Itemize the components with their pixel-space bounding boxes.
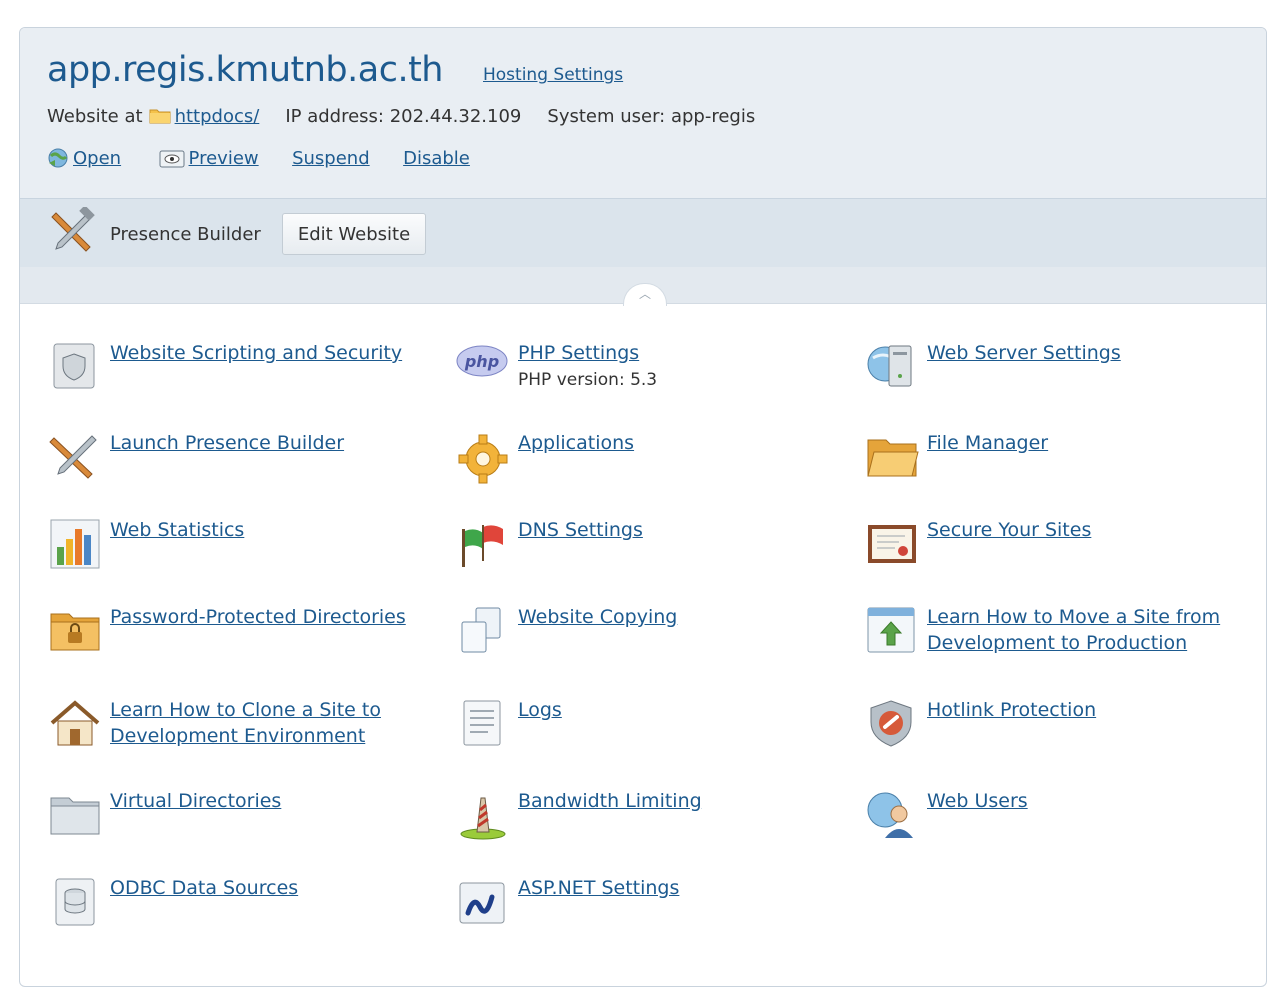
- collapse-strip: ︿: [20, 267, 1266, 306]
- folder-icon: [48, 788, 102, 842]
- presence-builder-label: Presence Builder: [110, 224, 261, 245]
- tool-label: Website Copying: [518, 606, 678, 628]
- tool-secure-your-sites[interactable]: Secure Your Sites: [865, 517, 1255, 573]
- open-globe-icon: [47, 147, 69, 174]
- ip-address: IP address: 202.44.32.109: [285, 106, 522, 127]
- website-panel: app.regis.kmutnb.ac.th Hosting Settings …: [19, 27, 1267, 987]
- presence-builder-bar: Presence Builder Edit Website: [20, 199, 1266, 267]
- open-folder-icon: [865, 430, 919, 484]
- tool-bandwidth-limiting[interactable]: Bandwidth Limiting: [456, 788, 836, 844]
- certificate-icon: [865, 517, 919, 571]
- system-user: System user: app-regis: [547, 106, 756, 127]
- tool-label: File Manager: [927, 432, 1049, 454]
- tool-label: Applications: [518, 432, 635, 454]
- tool-label: Website Scripting and Security: [110, 342, 403, 364]
- tool-label: Launch Presence Builder: [110, 432, 345, 454]
- copy-icon: [456, 604, 510, 658]
- tool-label: DNS Settings: [518, 519, 643, 541]
- preview-icon: [159, 149, 185, 174]
- tool-odbc-data-sources[interactable]: ODBC Data Sources: [48, 875, 428, 931]
- php-icon: php: [456, 340, 510, 394]
- database-icon: [48, 875, 102, 929]
- tool-label: Web Server Settings: [927, 342, 1121, 364]
- tool-label: ASP.NET Settings: [518, 877, 680, 899]
- tool-php-settings[interactable]: php PHP Settings PHP version: 5.3: [456, 340, 836, 400]
- tool-password-protected-directories[interactable]: Password-Protected Directories: [48, 604, 428, 660]
- tool-logs[interactable]: Logs: [456, 697, 836, 753]
- tool-website-scripting-security[interactable]: Website Scripting and Security: [48, 340, 428, 396]
- server-globe-icon: [865, 340, 919, 394]
- tool-clone-site-guide[interactable]: Learn How to Clone a Site to Development …: [48, 697, 428, 757]
- site-title[interactable]: app.regis.kmutnb.ac.th: [47, 50, 443, 90]
- tool-web-users[interactable]: Web Users: [865, 788, 1255, 844]
- tool-label: Password-Protected Directories: [110, 606, 406, 628]
- suspend-link[interactable]: Suspend: [292, 148, 370, 169]
- tool-label: Learn How to Clone a Site to Development …: [110, 699, 381, 747]
- tool-label: ODBC Data Sources: [110, 877, 299, 899]
- edit-website-button[interactable]: Edit Website: [282, 213, 426, 255]
- aspnet-icon: [456, 875, 510, 929]
- folder-icon: [149, 107, 171, 124]
- tool-label: Learn How to Move a Site from Development…: [927, 606, 1221, 654]
- tool-dns-settings[interactable]: DNS Settings: [456, 517, 836, 573]
- traffic-cone-icon: [456, 788, 510, 842]
- tool-label: Virtual Directories: [110, 790, 282, 812]
- tool-applications[interactable]: Applications: [456, 430, 836, 486]
- shield-doc-icon: [48, 340, 102, 394]
- tool-label: Web Users: [927, 790, 1028, 812]
- tool-website-copying[interactable]: Website Copying: [456, 604, 836, 660]
- tool-web-server-settings[interactable]: Web Server Settings: [865, 340, 1255, 396]
- upload-window-icon: [865, 604, 919, 658]
- house-icon: [48, 697, 102, 751]
- chain-shield-icon: [865, 697, 919, 751]
- tool-virtual-directories[interactable]: Virtual Directories: [48, 788, 428, 844]
- collapse-toggle[interactable]: ︿: [623, 283, 667, 306]
- flags-icon: [456, 517, 510, 571]
- tool-move-site-guide[interactable]: Learn How to Move a Site from Development…: [865, 604, 1255, 664]
- tool-label: Logs: [518, 699, 562, 721]
- tool-launch-presence-builder[interactable]: Launch Presence Builder: [48, 430, 428, 486]
- website-info-line: Website at httpdocs/IP address: 202.44.32…: [47, 106, 755, 127]
- tool-label: PHP Settings: [518, 342, 640, 364]
- log-document-icon: [456, 697, 510, 751]
- docroot-link[interactable]: httpdocs/: [175, 106, 260, 127]
- tool-hotlink-protection[interactable]: Hotlink Protection: [865, 697, 1255, 753]
- globe-user-icon: [865, 788, 919, 842]
- svg-text:php: php: [464, 352, 499, 371]
- website-header: app.regis.kmutnb.ac.th Hosting Settings …: [20, 28, 1266, 199]
- tool-label: Web Statistics: [110, 519, 245, 541]
- website-at-label: Website at: [47, 106, 143, 127]
- website-actions: Open Preview Suspend Disable: [47, 147, 470, 174]
- tool-label: Bandwidth Limiting: [518, 790, 702, 812]
- locked-folder-icon: [48, 604, 102, 658]
- bar-chart-icon: [48, 517, 102, 571]
- tools-icon: [48, 430, 102, 484]
- preview-link[interactable]: Preview: [189, 148, 259, 169]
- open-link[interactable]: Open: [73, 148, 121, 169]
- tool-file-manager[interactable]: File Manager: [865, 430, 1255, 486]
- tool-web-statistics[interactable]: Web Statistics: [48, 517, 428, 573]
- tool-aspnet-settings[interactable]: ASP.NET Settings: [456, 875, 836, 931]
- gear-icon: [456, 430, 510, 484]
- tools-icon: [48, 205, 98, 257]
- tool-label: Secure Your Sites: [927, 519, 1092, 541]
- hosting-settings-link[interactable]: Hosting Settings: [483, 65, 623, 85]
- tool-label: Hotlink Protection: [927, 699, 1097, 721]
- php-version: PHP version: 5.3: [518, 370, 658, 390]
- disable-link[interactable]: Disable: [403, 148, 470, 169]
